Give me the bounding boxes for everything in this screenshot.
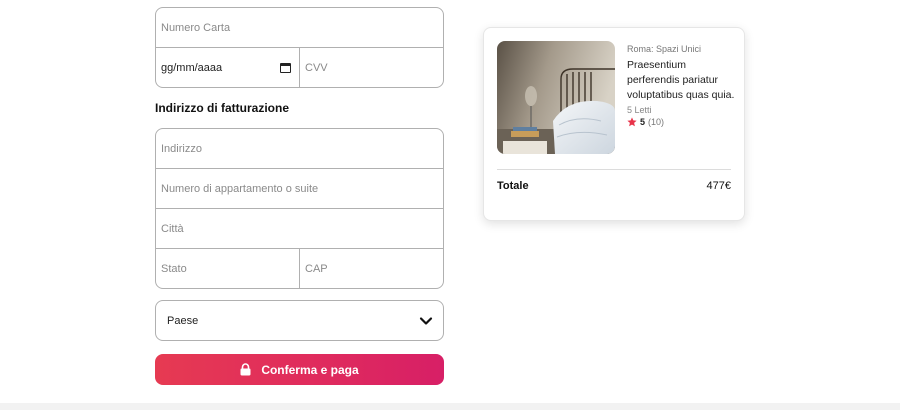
city-input[interactable]: Città: [156, 209, 443, 248]
expiry-date-input[interactable]: gg/mm/aaaa: [156, 48, 299, 87]
country-select[interactable]: Paese: [155, 300, 444, 341]
total-value: 477€: [706, 180, 731, 192]
star-icon: [627, 117, 637, 127]
address-input[interactable]: Indirizzo: [156, 129, 443, 168]
total-label: Totale: [497, 180, 529, 192]
confirm-pay-label: Conferma e paga: [261, 362, 359, 377]
lock-icon: [240, 363, 251, 376]
listing-beds: 5 Letti: [627, 105, 652, 115]
billing-fields: Indirizzo Numero di appartamento o suite…: [155, 128, 444, 289]
chevron-down-icon: [419, 317, 433, 325]
billing-title: Indirizzo di fatturazione: [155, 101, 289, 115]
footer-strip: [0, 403, 900, 410]
listing-info: Roma: Spazi Unici Praesentium perferendi…: [627, 44, 739, 127]
listing-description: Praesentium perferendis pariatur volupta…: [627, 59, 735, 101]
listing-rating: 5 (10): [627, 117, 739, 127]
bedroom-photo: [497, 41, 615, 154]
rating-score: 5: [640, 117, 646, 127]
listing-photo[interactable]: [497, 41, 615, 154]
country-select-label: Paese: [167, 314, 199, 327]
confirm-pay-button[interactable]: Conferma e paga: [155, 354, 444, 385]
listing-location: Roma: Spazi Unici: [627, 44, 702, 54]
booking-summary-card: Roma: Spazi Unici Praesentium perferendi…: [483, 27, 745, 221]
apartment-input[interactable]: Numero di appartamento o suite: [156, 169, 443, 208]
zip-input[interactable]: CAP: [299, 249, 443, 288]
card-number-input[interactable]: Numero Carta: [156, 8, 443, 47]
summary-divider: [497, 169, 731, 170]
payment-fields: Numero Carta gg/mm/aaaa CVV: [155, 7, 444, 88]
expiry-date-value: gg/mm/aaaa: [161, 61, 223, 74]
cvv-input[interactable]: CVV: [299, 48, 443, 87]
calendar-icon[interactable]: [280, 62, 291, 73]
rating-count: (10): [648, 117, 665, 127]
state-input[interactable]: Stato: [156, 249, 299, 288]
